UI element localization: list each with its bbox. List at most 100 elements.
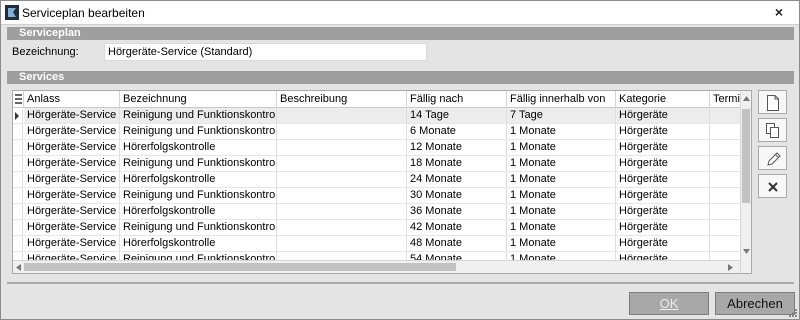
cancel-button[interactable]: Abrechen: [715, 292, 795, 315]
bezeichnung-input[interactable]: Hörgeräte-Service (Standard): [104, 43, 427, 61]
table-cell[interactable]: 18 Monate: [407, 156, 507, 172]
column-header[interactable]: Beschreibung: [277, 91, 407, 108]
window-title: Serviceplan bearbeiten: [22, 6, 145, 20]
table-cell[interactable]: Reinigung und Funktionskontrolle: [120, 124, 277, 140]
table-cell[interactable]: Reinigung und Funktionskontrolle: [120, 188, 277, 204]
horizontal-scroll-thumb[interactable]: [24, 263, 456, 271]
table-row[interactable]: Hörgeräte-Service Reinigung und Funktions…: [13, 108, 750, 124]
row-selector[interactable]: [13, 172, 23, 188]
table-cell[interactable]: [277, 204, 407, 220]
scroll-right-arrow-icon[interactable]: [728, 264, 733, 271]
table-row[interactable]: Hörgeräte-Service Hörerfolgskontrolle 12 M…: [13, 140, 750, 156]
resize-grip-icon[interactable]: [789, 309, 797, 317]
close-icon[interactable]: ×: [775, 4, 783, 20]
services-table[interactable]: Anlass Bezeichnung Beschreibung Fällig nach…: [12, 90, 752, 274]
column-header[interactable]: Bezeichnung: [120, 91, 277, 108]
table-cell[interactable]: [277, 172, 407, 188]
column-header[interactable]: Fällig innerhalb von: [507, 91, 616, 108]
row-selector[interactable]: [13, 220, 23, 236]
table-cell[interactable]: Reinigung und Funktionskontrolle: [120, 220, 277, 236]
table-row[interactable]: Hörgeräte-Service Hörerfolgskontrolle 36 M…: [13, 204, 750, 220]
table-cell[interactable]: 36 Monate: [407, 204, 507, 220]
table-cell[interactable]: Hörgeräte: [616, 220, 710, 236]
column-header[interactable]: Kategorie: [616, 91, 710, 108]
table-cell[interactable]: 1 Monate: [507, 188, 616, 204]
column-chooser-cell[interactable]: [13, 91, 24, 108]
scroll-down-arrow-icon[interactable]: [743, 249, 750, 254]
table-cell[interactable]: Hörgeräte: [616, 156, 710, 172]
table-cell[interactable]: [277, 156, 407, 172]
table-cell[interactable]: 30 Monate: [407, 188, 507, 204]
serviceplan-section-header: Serviceplan: [7, 27, 794, 40]
table-cell[interactable]: Hörgeräte-Service: [24, 188, 120, 204]
table-row[interactable]: Hörgeräte-Service Reinigung und Funktions…: [13, 220, 750, 236]
table-cell[interactable]: 6 Monate: [407, 124, 507, 140]
table-cell[interactable]: 24 Monate: [407, 172, 507, 188]
delete-service-button[interactable]: [758, 174, 787, 198]
table-cell[interactable]: [277, 188, 407, 204]
edit-service-button[interactable]: [758, 146, 787, 170]
table-row[interactable]: Hörgeräte-Service Reinigung und Funktions…: [13, 124, 750, 140]
table-cell[interactable]: Hörgeräte-Service: [24, 156, 120, 172]
table-cell[interactable]: Hörgeräte-Service: [24, 108, 120, 124]
table-cell[interactable]: Hörgeräte: [616, 236, 710, 252]
row-selector[interactable]: [13, 140, 23, 156]
vertical-scroll-thumb[interactable]: [742, 109, 750, 203]
row-selector[interactable]: [13, 236, 23, 252]
table-cell[interactable]: 1 Monate: [507, 172, 616, 188]
table-cell[interactable]: 1 Monate: [507, 204, 616, 220]
table-cell[interactable]: Reinigung und Funktionskontrolle: [120, 108, 277, 124]
horizontal-scrollbar[interactable]: [13, 260, 740, 273]
ok-button[interactable]: OK: [629, 292, 709, 315]
table-cell[interactable]: [277, 236, 407, 252]
scroll-up-arrow-icon[interactable]: [743, 96, 750, 101]
row-selector[interactable]: [13, 156, 23, 172]
table-cell[interactable]: Reinigung und Funktionskontrolle: [120, 156, 277, 172]
table-cell[interactable]: Hörgeräte: [616, 204, 710, 220]
table-cell[interactable]: Hörgeräte: [616, 108, 710, 124]
title-bar[interactable]: Serviceplan bearbeiten ×: [1, 1, 799, 25]
table-cell[interactable]: Hörerfolgskontrolle: [120, 204, 277, 220]
column-header[interactable]: Fällig nach: [407, 91, 507, 108]
table-cell[interactable]: 1 Monate: [507, 124, 616, 140]
table-cell[interactable]: Hörerfolgskontrolle: [120, 172, 277, 188]
row-selector[interactable]: [13, 188, 23, 204]
table-cell[interactable]: 1 Monate: [507, 156, 616, 172]
vertical-scrollbar[interactable]: [740, 91, 751, 273]
table-cell[interactable]: 7 Tage: [507, 108, 616, 124]
table-cell[interactable]: [277, 108, 407, 124]
table-cell[interactable]: [277, 124, 407, 140]
table-cell[interactable]: 1 Monate: [507, 236, 616, 252]
table-cell[interactable]: 1 Monate: [507, 220, 616, 236]
table-cell[interactable]: [277, 140, 407, 156]
table-cell[interactable]: Hörgeräte-Service: [24, 236, 120, 252]
column-header[interactable]: Anlass: [24, 91, 120, 108]
table-cell[interactable]: Hörgeräte-Service: [24, 172, 120, 188]
table-cell[interactable]: Hörgeräte-Service: [24, 124, 120, 140]
table-cell[interactable]: 1 Monate: [507, 140, 616, 156]
row-selector[interactable]: [13, 204, 23, 220]
table-cell[interactable]: 48 Monate: [407, 236, 507, 252]
table-cell[interactable]: Hörgeräte: [616, 140, 710, 156]
table-cell[interactable]: Hörerfolgskontrolle: [120, 140, 277, 156]
table-cell[interactable]: Hörgeräte-Service: [24, 140, 120, 156]
table-cell[interactable]: Hörgeräte-Service: [24, 220, 120, 236]
row-selector[interactable]: [13, 124, 23, 140]
table-row[interactable]: Hörgeräte-Service Reinigung und Funktions…: [13, 156, 750, 172]
table-row[interactable]: Hörgeräte-Service Hörerfolgskontrolle 48 M…: [13, 236, 750, 252]
table-cell[interactable]: 42 Monate: [407, 220, 507, 236]
table-cell[interactable]: 12 Monate: [407, 140, 507, 156]
new-service-button[interactable]: [758, 90, 787, 114]
copy-service-button[interactable]: [758, 118, 787, 142]
table-cell[interactable]: [277, 220, 407, 236]
table-cell[interactable]: 14 Tage: [407, 108, 507, 124]
table-cell[interactable]: Hörgeräte: [616, 172, 710, 188]
table-cell[interactable]: Hörgeräte: [616, 124, 710, 140]
scroll-left-arrow-icon[interactable]: [16, 264, 21, 271]
table-cell[interactable]: Hörgeräte-Service: [24, 204, 120, 220]
row-selector[interactable]: [13, 108, 23, 124]
table-cell[interactable]: Hörerfolgskontrolle: [120, 236, 277, 252]
table-row[interactable]: Hörgeräte-Service Hörerfolgskontrolle 24 M…: [13, 172, 750, 188]
table-row[interactable]: Hörgeräte-Service Reinigung und Funktions…: [13, 188, 750, 204]
table-cell[interactable]: Hörgeräte: [616, 188, 710, 204]
